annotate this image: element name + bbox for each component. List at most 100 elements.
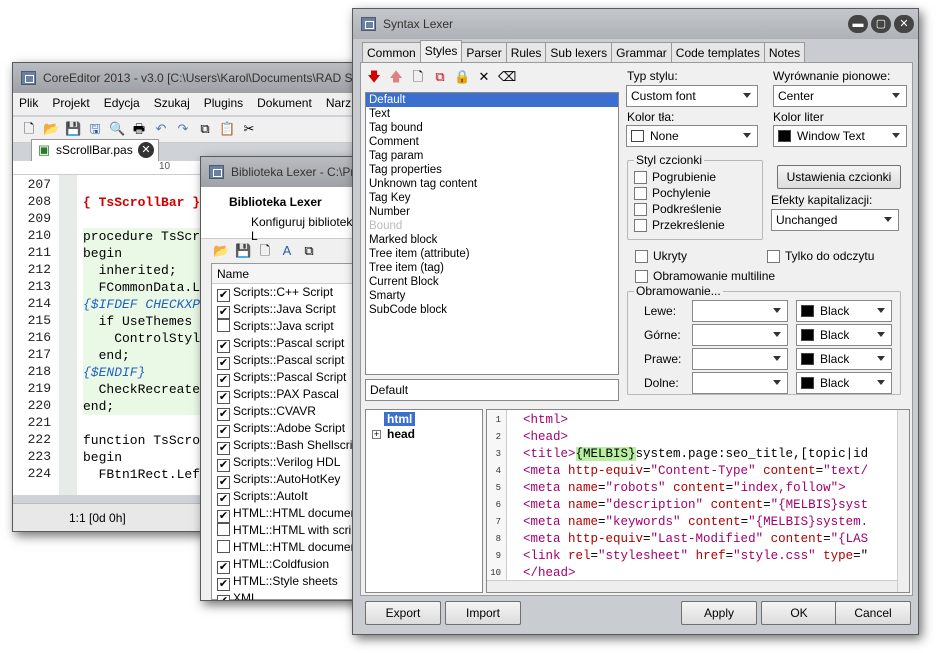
list-item[interactable]: ✔ Scripts::AutoIt: [212, 488, 360, 506]
code-line[interactable]: 7 <meta name="keywords" content="{MELBIS}…: [487, 514, 909, 531]
code-line[interactable]: 2 <head>: [487, 429, 909, 446]
tree-view[interactable]: html + head: [365, 409, 483, 593]
expand-icon[interactable]: +: [372, 430, 381, 439]
paste-icon[interactable]: 📋: [219, 121, 235, 137]
move-up-icon[interactable]: 🡅: [388, 69, 404, 85]
maximize-icon[interactable]: ▢: [871, 15, 891, 33]
caps-effects-select[interactable]: Unchanged: [771, 209, 899, 231]
ok-button[interactable]: OK: [761, 601, 837, 625]
tab-styles[interactable]: Styles: [419, 40, 463, 62]
code-line[interactable]: 9 <link rel="stylesheet" href="style.css"…: [487, 548, 909, 565]
code-line[interactable]: { TsScrollBar }: [83, 194, 200, 211]
tab-code-templates[interactable]: Code templates: [670, 42, 765, 62]
style-item[interactable]: Comment: [366, 135, 618, 149]
code-line[interactable]: function TsScro: [83, 432, 200, 449]
save-icon[interactable]: 💾: [65, 121, 81, 137]
list-item[interactable]: ✔ Scripts::PAX Pascal: [212, 386, 360, 404]
tab-grammar[interactable]: Grammar: [611, 42, 672, 62]
lexer-list[interactable]: Name ✔ Scripts::C++ Script ✔ Scripts::Java …: [211, 263, 361, 600]
code-line[interactable]: FBtn1Rect.Lef: [83, 466, 200, 483]
menu-szukaj[interactable]: Szukaj: [154, 96, 190, 110]
font-color-select[interactable]: Window Text: [773, 125, 907, 147]
list-item[interactable]: ✔ Scripts::Pascal Script: [212, 369, 360, 387]
list-item[interactable]: HTML::HTML with scripts: [212, 522, 361, 539]
vertical-align-select[interactable]: Center: [773, 85, 907, 107]
code-line[interactable]: 5 <meta name="robots" content="index,foll…: [487, 480, 909, 497]
border-style-select[interactable]: [692, 300, 788, 322]
underline-checkbox[interactable]: Podkreślenie: [634, 202, 721, 216]
checkbox[interactable]: [217, 319, 230, 332]
print-icon[interactable]: 🖶: [131, 121, 147, 137]
menu-edycja[interactable]: Edycja: [104, 96, 140, 110]
checkbox[interactable]: [217, 523, 230, 536]
style-item[interactable]: Marked block: [366, 233, 618, 247]
tab-rules[interactable]: Rules: [505, 42, 547, 62]
border-color-select[interactable]: Black: [796, 348, 892, 370]
copy-icon[interactable]: ⧉: [301, 243, 317, 259]
menu-projekt[interactable]: Projekt: [52, 96, 89, 110]
style-item[interactable]: Tag properties: [366, 163, 618, 177]
horizontal-scrollbar[interactable]: [487, 580, 897, 592]
tab-notes[interactable]: Notes: [763, 42, 806, 62]
list-item[interactable]: ✔ Scripts::Bash Shellscript: [212, 437, 361, 455]
readonly-checkbox[interactable]: Tylko do odczytu: [767, 249, 874, 263]
code-line[interactable]: 3 <title>{MELBIS}system.page:seo_title,[t…: [487, 446, 909, 463]
list-item[interactable]: ✔ HTML::Coldfusion: [212, 556, 360, 574]
tab-parser[interactable]: Parser: [461, 42, 507, 62]
style-item[interactable]: Smarty: [366, 289, 618, 303]
style-name-input[interactable]: Default: [365, 379, 619, 401]
border-style-select[interactable]: [692, 348, 788, 370]
library-titlebar[interactable]: Biblioteka Lexer - C:\Pr: [201, 157, 361, 187]
delete-icon[interactable]: ✕: [476, 69, 492, 85]
code-line[interactable]: 1 <html>: [487, 412, 909, 429]
redo-icon[interactable]: ↷: [175, 121, 191, 137]
new-icon[interactable]: 🗋: [257, 243, 273, 259]
tree-node-head[interactable]: head: [387, 427, 415, 441]
eraser-icon[interactable]: ⌫: [498, 69, 516, 85]
column-header-name[interactable]: Name: [212, 264, 360, 284]
style-item[interactable]: Bound: [366, 219, 618, 233]
new-file-icon[interactable]: 🗋: [21, 121, 37, 137]
list-item[interactable]: ✔ Scripts::C++ Script: [212, 284, 360, 302]
code-line[interactable]: begin: [83, 449, 122, 466]
print-preview-icon[interactable]: 🔍: [109, 121, 125, 137]
code-line[interactable]: 6 <meta name="description" content="{MELB…: [487, 497, 909, 514]
list-item[interactable]: ✔ XML: [212, 590, 360, 600]
style-item[interactable]: Number: [366, 205, 618, 219]
cut-icon[interactable]: ✂: [241, 121, 257, 137]
copy-style-icon[interactable]: ⧉: [432, 69, 448, 85]
border-color-select[interactable]: Black: [796, 372, 892, 394]
style-list[interactable]: Default Text Tag bound Comment Tag param Tag …: [365, 92, 619, 375]
list-item[interactable]: ✔ HTML::Style sheets: [212, 573, 360, 591]
undo-icon[interactable]: ↶: [153, 121, 169, 137]
list-item[interactable]: HTML::HTML documents: [212, 539, 361, 556]
menu-narzedzia[interactable]: Narz: [326, 96, 351, 110]
dialog-titlebar[interactable]: Syntax Lexer: [353, 9, 918, 39]
style-item[interactable]: Default: [366, 93, 618, 107]
open-icon[interactable]: 📂: [213, 243, 229, 259]
list-item[interactable]: ✔ Scripts::Pascal script: [212, 352, 360, 370]
list-item[interactable]: ✔ Scripts::Java Script: [212, 301, 360, 319]
list-item[interactable]: Scripts::Java script: [212, 318, 360, 335]
apply-button[interactable]: Apply: [681, 601, 757, 625]
border-color-select[interactable]: Black: [796, 300, 892, 322]
style-item[interactable]: Tag param: [366, 149, 618, 163]
font-settings-button[interactable]: Ustawienia czcionki: [777, 165, 901, 189]
style-item[interactable]: Tree item (tag): [366, 261, 618, 275]
border-style-select[interactable]: [692, 324, 788, 346]
hidden-checkbox[interactable]: Ukryty: [635, 249, 687, 263]
tree-node-html[interactable]: html: [384, 412, 416, 426]
save-all-icon[interactable]: 🖫: [87, 121, 103, 137]
style-item[interactable]: Tag bound: [366, 121, 618, 135]
close-tab-icon[interactable]: ✕: [138, 142, 154, 158]
cancel-button[interactable]: Cancel: [835, 601, 911, 625]
tab-common[interactable]: Common: [362, 42, 421, 62]
open-folder-icon[interactable]: 📂: [43, 121, 59, 137]
font-icon[interactable]: A: [279, 243, 295, 259]
checkbox[interactable]: ✔: [217, 595, 230, 600]
list-item[interactable]: ✔ Scripts::CVAVR: [212, 403, 360, 421]
style-item[interactable]: Unknown tag content: [366, 177, 618, 191]
style-item[interactable]: Text: [366, 107, 618, 121]
preview-code[interactable]: 1 <html> 2 <head> 3 <title>{MELBIS}system.pag…: [486, 409, 910, 593]
style-item[interactable]: SubCode block: [366, 303, 618, 317]
